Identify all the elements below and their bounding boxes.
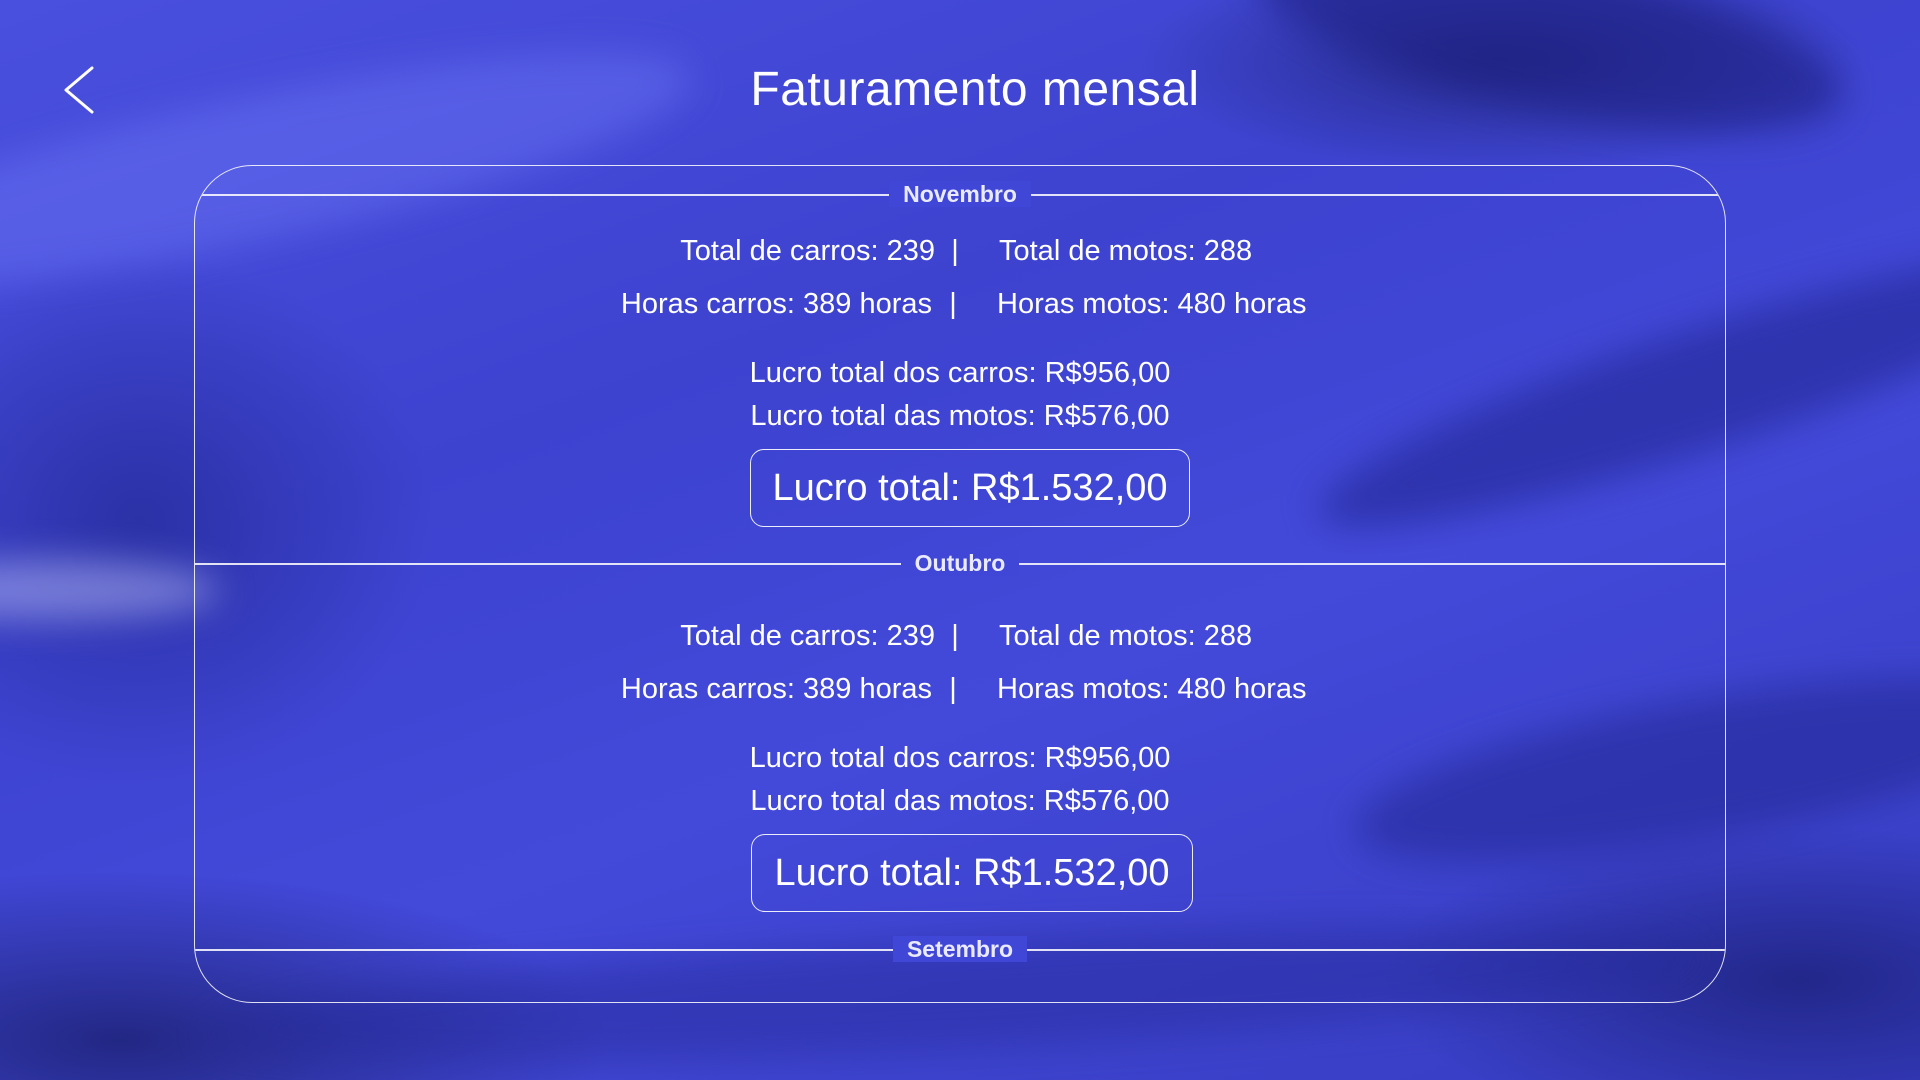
month-label: Setembro [892,936,1028,962]
total-carros: Total de carros: 239 [680,235,935,267]
total-carros: Total de carros: 239 [680,620,935,652]
separator: | [951,235,959,267]
horas-carros: Horas carros: 389 horas [620,673,932,705]
count-row: Total de carros: 239 | Total de motos: 2… [195,231,1725,271]
lucro-total-box: Lucro total: R$1.532,00 [751,834,1193,912]
lucro-total-box: Lucro total: R$1.532,00 [750,449,1190,527]
month-label: Novembro [889,181,1031,207]
hours-row: Horas carros: 389 horas | Horas motos: 4… [195,284,1725,324]
total-motos: Total de motos: 288 [999,620,1253,652]
lucro-carros: Lucro total dos carros: R$956,00 [749,357,1171,389]
lucro-motos: Lucro total das motos: R$576,00 [750,400,1170,432]
month-header-setembro: Setembro [195,934,1725,964]
page-title: Faturamento mensal [750,63,1200,116]
monthly-revenue-list[interactable]: Novembro Total de carros: 239 | Total de… [194,165,1726,1003]
background-streak [0,560,220,620]
separator: | [949,288,957,320]
count-row: Total de carros: 239 | Total de motos: 2… [195,616,1725,656]
month-header-outubro: Outubro [195,548,1725,578]
month-label: Outubro [900,550,1020,576]
separator: | [951,620,959,652]
lucro-motos: Lucro total das motos: R$576,00 [750,785,1170,817]
total-motos: Total de motos: 288 [999,235,1253,267]
horas-motos: Horas motos: 480 horas [997,673,1307,705]
lucro-carros: Lucro total dos carros: R$956,00 [749,742,1171,774]
horas-motos: Horas motos: 480 horas [997,288,1307,320]
hours-row: Horas carros: 389 horas | Horas motos: 4… [195,669,1725,709]
separator: | [949,673,957,705]
month-header-novembro: Novembro [195,179,1725,209]
horas-carros: Horas carros: 389 horas [620,288,932,320]
